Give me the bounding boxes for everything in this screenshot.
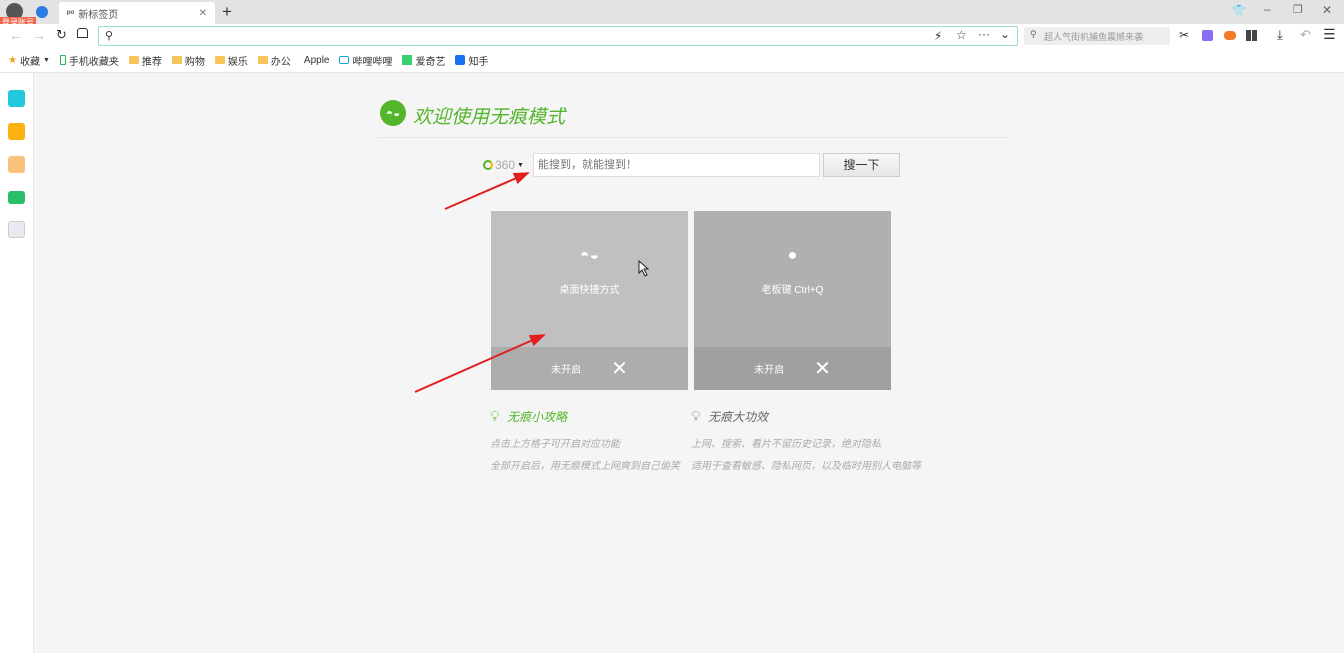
annotation-overlay xyxy=(414,172,650,393)
annotation-arrow xyxy=(444,172,530,210)
annotation-arrow xyxy=(414,334,546,393)
mouse-cursor-icon xyxy=(638,259,650,277)
